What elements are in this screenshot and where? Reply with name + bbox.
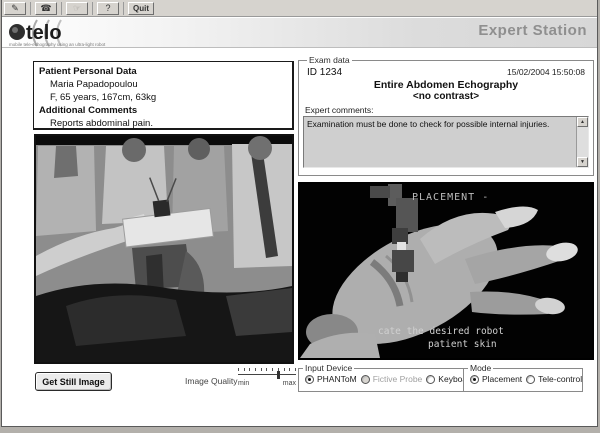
comments-scrollbar[interactable]: ▲ ▼ <box>576 117 588 167</box>
live-video-feed <box>34 134 294 364</box>
phone-icon[interactable]: ☎ <box>35 2 57 15</box>
image-quality-slider[interactable]: min max <box>238 368 296 390</box>
slider-min-label: min <box>238 380 249 387</box>
expert-comments-textarea[interactable]: Examination must be done to check for po… <box>303 116 589 168</box>
hint-text-line2: patient skin <box>428 339 497 350</box>
help-icon[interactable]: ? <box>97 2 119 15</box>
slider-handle[interactable] <box>277 371 280 379</box>
additional-comments-title: Additional Comments <box>39 104 287 117</box>
toolbar-separator <box>123 2 124 15</box>
exam-contrast: <no contrast> <box>303 91 589 102</box>
exam-datetime: 15/02/2004 15:50:08 <box>507 67 585 77</box>
logo-tagline: mobile tele-echography using an ultra-li… <box>9 42 106 47</box>
hint-text-line1: cate the desired robot <box>378 326 504 337</box>
video-image <box>36 136 292 362</box>
expert-comments-label: Expert comments: <box>305 105 589 115</box>
mode-group: Mode Placement Tele-control <box>463 363 583 392</box>
radio-icon[interactable] <box>526 375 535 384</box>
toolbar: ✎ ☎ ☞ ? Quit <box>2 0 597 17</box>
radio-fictive-probe[interactable]: Fictive Probe <box>361 374 423 384</box>
scroll-up-icon[interactable]: ▲ <box>577 117 588 127</box>
exam-type: Entire Abdomen Echography <box>303 79 589 91</box>
radio-icon[interactable] <box>361 375 370 384</box>
slider-track[interactable] <box>238 374 296 377</box>
exam-data-group: Exam data ID 1234 15/02/2004 15:50:08 En… <box>298 55 594 176</box>
patient-data-panel: Patient Personal Data Maria Papadopoulou… <box>33 61 294 130</box>
logo-text: telo <box>26 22 62 44</box>
placement-mode-text: PLACEMENT - <box>412 192 489 203</box>
get-still-image-button[interactable]: Get Still Image <box>35 372 112 391</box>
scroll-down-icon[interactable]: ▼ <box>577 157 588 167</box>
radio-icon[interactable] <box>470 375 479 384</box>
image-quality-label: Image Quality <box>185 376 237 386</box>
input-device-group: Input Device PHANToM Fictive Probe Keybo… <box>298 363 476 392</box>
slider-max-label: max <box>283 380 296 387</box>
patient-details: F, 65 years, 167cm, 63kg <box>39 91 287 104</box>
slider-ticks <box>238 368 296 372</box>
radio-label: PHANToM <box>317 374 357 384</box>
mode-legend: Mode <box>468 363 493 373</box>
radio-label: Fictive Probe <box>373 374 423 384</box>
toolbar-separator <box>30 2 31 15</box>
patient-data-title: Patient Personal Data <box>39 65 287 78</box>
radio-label: Placement <box>482 374 522 384</box>
toolbar-separator <box>61 2 62 15</box>
radio-icon[interactable] <box>426 375 435 384</box>
quit-button[interactable]: Quit <box>128 2 154 15</box>
expert-comments-text[interactable]: Examination must be done to check for po… <box>304 117 576 167</box>
additional-comments-text: Reports abdominal pain. <box>39 117 287 130</box>
patient-name: Maria Papadopoulou <box>39 78 287 91</box>
robot-placement-view[interactable]: PLACEMENT - cate the desired robot patie… <box>298 182 594 360</box>
radio-placement[interactable]: Placement <box>470 374 522 384</box>
hand-icon[interactable]: ☞ <box>66 2 88 15</box>
input-device-legend: Input Device <box>303 363 354 373</box>
expert-station-window: ✎ ☎ ☞ ? Quit telo mobile tele-echography… <box>1 0 598 427</box>
exam-id: ID 1234 <box>307 67 342 78</box>
header-band: telo mobile tele-echography using an ult… <box>2 18 597 48</box>
radio-tele-control[interactable]: Tele-control <box>526 374 582 384</box>
toolbar-separator <box>92 2 93 15</box>
connect-icon[interactable]: ✎ <box>4 2 26 15</box>
otelo-logo: telo mobile tele-echography using an ult… <box>7 19 137 47</box>
radio-phantom[interactable]: PHANToM <box>305 374 357 384</box>
radio-icon[interactable] <box>305 375 314 384</box>
exam-data-legend: Exam data <box>307 55 352 65</box>
page-title: Expert Station <box>478 22 587 39</box>
radio-label: Tele-control <box>538 374 582 384</box>
desktop-background <box>0 427 600 433</box>
